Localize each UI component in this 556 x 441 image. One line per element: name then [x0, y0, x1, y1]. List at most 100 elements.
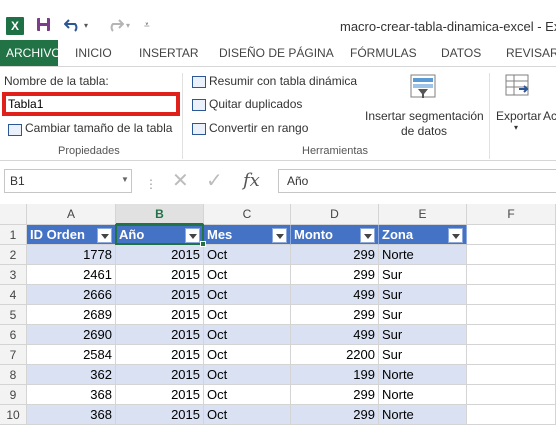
undo-icon[interactable]: [63, 17, 82, 36]
table-cell-a2[interactable]: 1778: [27, 245, 116, 265]
empty-cell-f4[interactable]: [467, 285, 556, 305]
row-header-9[interactable]: 9: [0, 385, 27, 405]
column-header-e[interactable]: E: [379, 204, 467, 225]
empty-cell-f1[interactable]: [467, 225, 556, 245]
tab-datos[interactable]: DATOS: [441, 40, 481, 66]
customize-qat-icon[interactable]: ⩡: [144, 17, 150, 35]
table-cell-d7[interactable]: 2200: [291, 345, 379, 365]
table-header-ano[interactable]: Año: [116, 225, 204, 245]
empty-cell-f9[interactable]: [467, 385, 556, 405]
table-cell-e10[interactable]: Norte: [379, 405, 467, 425]
fill-handle[interactable]: [200, 241, 206, 247]
table-cell-d10[interactable]: 299: [291, 405, 379, 425]
table-cell-a7[interactable]: 2584: [27, 345, 116, 365]
table-cell-d4[interactable]: 499: [291, 285, 379, 305]
summarize-pivot-button[interactable]: Resumir con tabla dinámica: [209, 74, 357, 88]
table-cell-e9[interactable]: Norte: [379, 385, 467, 405]
table-cell-c9[interactable]: Oct: [204, 385, 291, 405]
table-cell-d6[interactable]: 499: [291, 325, 379, 345]
filter-dropdown-icon[interactable]: [360, 228, 375, 243]
filter-dropdown-icon[interactable]: [97, 228, 112, 243]
row-header-6[interactable]: 6: [0, 325, 27, 345]
table-cell-d3[interactable]: 299: [291, 265, 379, 285]
empty-cell-f5[interactable]: [467, 305, 556, 325]
table-cell-a10[interactable]: 368: [27, 405, 116, 425]
tab-revisar[interactable]: REVISAR: [506, 40, 556, 66]
column-header-c[interactable]: C: [204, 204, 291, 225]
table-cell-b5[interactable]: 2015: [116, 305, 204, 325]
table-cell-b4[interactable]: 2015: [116, 285, 204, 305]
select-all-corner[interactable]: [0, 204, 27, 225]
insert-function-icon[interactable]: fx: [243, 171, 260, 191]
table-cell-c3[interactable]: Oct: [204, 265, 291, 285]
resize-table-button[interactable]: Cambiar tamaño de la tabla: [25, 121, 172, 135]
table-cell-c7[interactable]: Oct: [204, 345, 291, 365]
table-cell-c4[interactable]: Oct: [204, 285, 291, 305]
table-cell-d8[interactable]: 199: [291, 365, 379, 385]
enter-icon[interactable]: ✓: [206, 171, 223, 191]
table-cell-e4[interactable]: Sur: [379, 285, 467, 305]
table-cell-c2[interactable]: Oct: [204, 245, 291, 265]
table-header-monto[interactable]: Monto: [291, 225, 379, 245]
table-cell-c5[interactable]: Oct: [204, 305, 291, 325]
empty-cell-f3[interactable]: [467, 265, 556, 285]
row-header-8[interactable]: 8: [0, 365, 27, 385]
filter-dropdown-icon[interactable]: [185, 228, 200, 243]
column-header-a[interactable]: A: [27, 204, 116, 225]
table-cell-e2[interactable]: Norte: [379, 245, 467, 265]
row-header-3[interactable]: 3: [0, 265, 27, 285]
table-cell-d9[interactable]: 299: [291, 385, 379, 405]
cancel-icon[interactable]: ✕: [172, 171, 189, 191]
tab-diseno-de-pagina[interactable]: DISEÑO DE PÁGINA: [219, 40, 334, 66]
table-cell-e5[interactable]: Sur: [379, 305, 467, 325]
table-cell-e6[interactable]: Sur: [379, 325, 467, 345]
row-header-2[interactable]: 2: [0, 245, 27, 265]
filter-dropdown-icon[interactable]: [448, 228, 463, 243]
table-cell-c6[interactable]: Oct: [204, 325, 291, 345]
row-header-5[interactable]: 5: [0, 305, 27, 325]
undo-dropdown-icon[interactable]: ▾: [84, 17, 88, 35]
empty-cell-f10[interactable]: [467, 405, 556, 425]
table-cell-e7[interactable]: Sur: [379, 345, 467, 365]
table-cell-a6[interactable]: 2690: [27, 325, 116, 345]
name-box[interactable]: B1: [4, 169, 132, 193]
table-cell-c8[interactable]: Oct: [204, 365, 291, 385]
table-cell-d5[interactable]: 299: [291, 305, 379, 325]
empty-cell-f2[interactable]: [467, 245, 556, 265]
save-icon[interactable]: [36, 17, 51, 36]
table-name-input[interactable]: Tabla1: [2, 92, 180, 116]
table-cell-b6[interactable]: 2015: [116, 325, 204, 345]
formula-input[interactable]: Año: [278, 169, 556, 193]
table-cell-a9[interactable]: 368: [27, 385, 116, 405]
table-cell-a4[interactable]: 2666: [27, 285, 116, 305]
name-box-dropdown-icon[interactable]: ▼: [118, 169, 132, 193]
filter-dropdown-icon[interactable]: [272, 228, 287, 243]
next-command-label[interactable]: Ac: [543, 109, 556, 123]
row-header-4[interactable]: 4: [0, 285, 27, 305]
remove-duplicates-button[interactable]: Quitar duplicados: [209, 97, 302, 111]
empty-cell-f6[interactable]: [467, 325, 556, 345]
tab-insertar[interactable]: INSERTAR: [139, 40, 199, 66]
table-cell-e8[interactable]: Norte: [379, 365, 467, 385]
table-cell-a8[interactable]: 362: [27, 365, 116, 385]
column-header-f[interactable]: F: [467, 204, 556, 225]
convert-to-range-button[interactable]: Convertir en rango: [209, 121, 308, 135]
tab-formulas[interactable]: FÓRMULAS: [350, 40, 417, 66]
table-cell-b2[interactable]: 2015: [116, 245, 204, 265]
tab-archivo[interactable]: ARCHIVO: [0, 40, 61, 66]
row-header-1[interactable]: 1: [0, 225, 27, 245]
table-cell-c10[interactable]: Oct: [204, 405, 291, 425]
table-header-zona[interactable]: Zona: [379, 225, 467, 245]
table-cell-b9[interactable]: 2015: [116, 385, 204, 405]
redo-icon[interactable]: [106, 17, 125, 36]
table-cell-b3[interactable]: 2015: [116, 265, 204, 285]
table-cell-b7[interactable]: 2015: [116, 345, 204, 365]
empty-cell-f7[interactable]: [467, 345, 556, 365]
empty-cell-f8[interactable]: [467, 365, 556, 385]
column-header-b[interactable]: B: [116, 204, 204, 225]
row-header-7[interactable]: 7: [0, 345, 27, 365]
column-header-d[interactable]: D: [291, 204, 379, 225]
table-header-id-orden[interactable]: ID Orden: [27, 225, 116, 245]
redo-dropdown-icon[interactable]: ▾: [126, 17, 130, 35]
table-cell-b10[interactable]: 2015: [116, 405, 204, 425]
